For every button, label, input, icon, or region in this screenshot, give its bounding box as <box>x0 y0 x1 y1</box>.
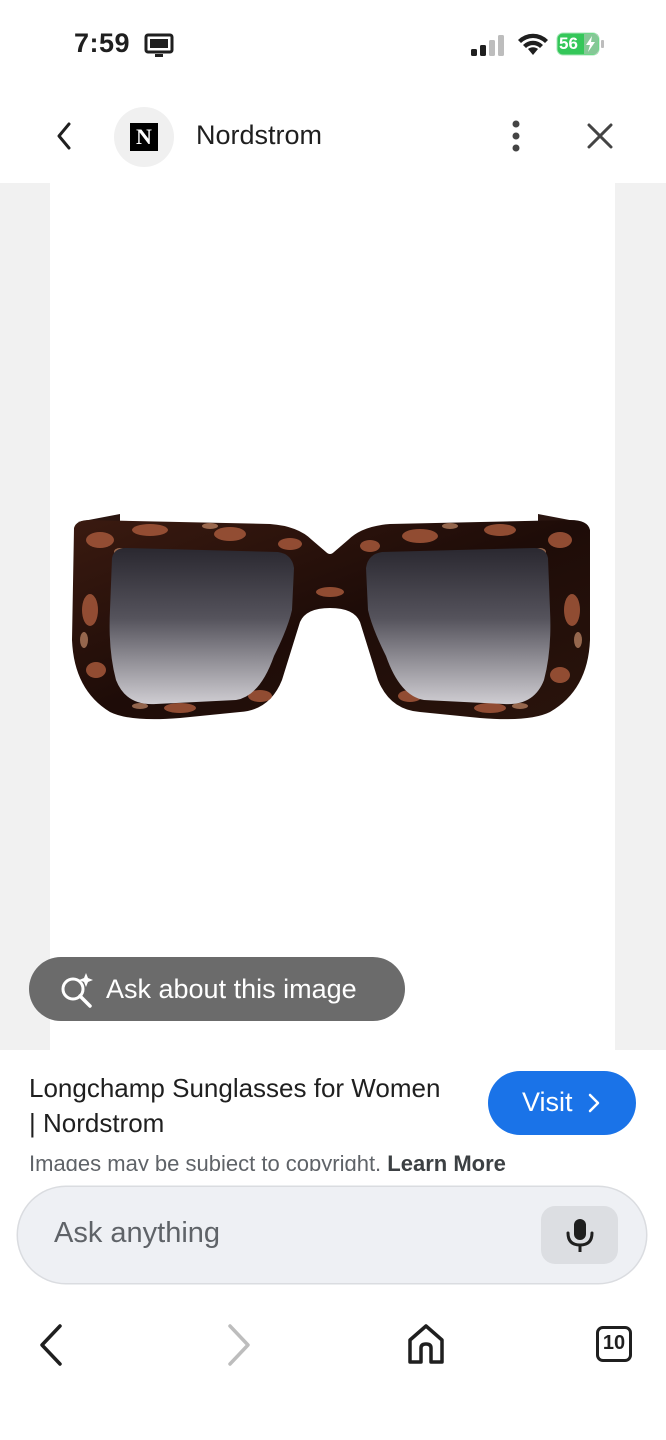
home-icon <box>408 1324 444 1364</box>
battery-level: 56 <box>559 34 578 53</box>
product-image-sunglasses[interactable] <box>60 500 600 735</box>
signal-icon <box>470 34 506 61</box>
site-name[interactable]: Nordstrom <box>196 120 322 151</box>
search-bar[interactable]: Ask anything <box>18 1187 646 1283</box>
status-time: 7:59 <box>74 28 131 58</box>
wifi-icon <box>516 33 550 62</box>
voice-search-button[interactable] <box>541 1206 618 1264</box>
learn-more-link[interactable]: Learn More <box>387 1151 506 1171</box>
mic-icon <box>566 1219 594 1252</box>
product-title[interactable]: Longchamp Sunglasses for Women | Nordstr… <box>29 1071 449 1141</box>
tabs-count: 10 <box>602 1332 626 1354</box>
more-vertical-icon <box>512 120 520 152</box>
sparkle-search-icon <box>61 973 93 1008</box>
copyright-text: Images may be subject to copyright. <box>29 1151 382 1171</box>
nav-forward-button[interactable] <box>222 1322 256 1373</box>
more-options-button[interactable] <box>503 116 529 161</box>
visit-button[interactable]: Visit <box>488 1071 636 1135</box>
nav-home-button[interactable] <box>406 1322 446 1371</box>
back-button[interactable] <box>50 118 78 159</box>
battery-icon: 56 <box>556 32 604 56</box>
close-button[interactable] <box>582 118 618 159</box>
copyright-notice: Images may be subject to copyright. Lear… <box>29 1149 589 1171</box>
ask-about-image-button[interactable]: Ask about this image <box>29 957 405 1021</box>
nav-back-button[interactable] <box>34 1322 68 1373</box>
back-icon <box>40 1324 62 1366</box>
tabs-button[interactable]: 10 <box>596 1326 632 1362</box>
search-input[interactable]: Ask anything <box>54 1217 220 1250</box>
forward-icon <box>228 1324 250 1366</box>
close-icon <box>587 123 613 149</box>
visit-label: Visit <box>522 1087 573 1117</box>
site-logo-letter: N <box>130 123 158 151</box>
back-icon <box>57 122 71 150</box>
site-logo[interactable]: N <box>114 107 174 167</box>
ask-about-image-label: Ask about this image <box>106 974 357 1004</box>
chevron-right-icon <box>588 1093 600 1113</box>
monitor-icon <box>144 33 174 64</box>
